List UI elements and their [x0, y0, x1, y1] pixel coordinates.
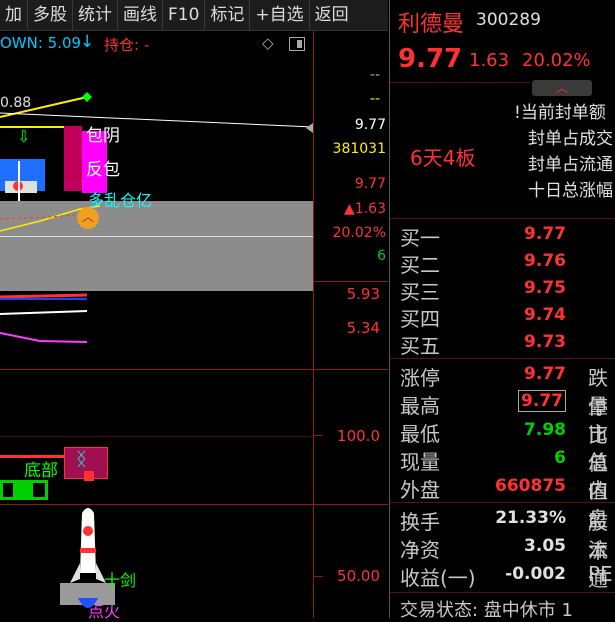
bottom-box — [0, 480, 48, 500]
quote-panel: 利德曼 300289 9.77 1.63 20.02% ︿ 6天4板 !当前封单… — [389, 0, 615, 621]
orderbook-row[interactable]: 买一 9.77 — [390, 221, 615, 250]
axis-tick — [313, 576, 323, 577]
toolbar-item-draw-line[interactable]: 画线 — [118, 0, 163, 30]
signal-baoyin: 包阴 — [86, 126, 120, 146]
stock-code: 300289 — [476, 10, 541, 30]
stock-name: 利德曼 — [398, 12, 465, 37]
orderbook-value: 9.77 — [524, 224, 566, 244]
signal-fanbao: 反包 — [86, 160, 120, 180]
toolbar-item-mark[interactable]: 标记 — [205, 0, 251, 30]
info-seal-float: 封单占流通 — [528, 155, 613, 175]
current-price: 9.77 — [398, 44, 463, 74]
finance-label: 净资 — [400, 538, 440, 562]
axis-100: 100.0 — [337, 427, 380, 445]
butterfly-icon: ᛝ — [76, 449, 87, 470]
finance-row: 收益(一) -0.002 PE — [390, 561, 615, 590]
info-seal-amount: !当前封单额 — [514, 103, 606, 123]
stat-value: 6 — [554, 448, 566, 468]
finance-label-right: PE — [588, 562, 613, 586]
stat-value: 9.77 — [518, 390, 566, 412]
stat-value: 9.77 — [524, 364, 566, 384]
axis-change: ▲1.63 — [344, 201, 386, 217]
kline-chart[interactable]: OWN: 5.09 ↓ 持仓: - ◇ 0.88 ⇩ 包阴 反包 多乱仓亿 ︿ … — [0, 31, 388, 621]
toolbar-item-add[interactable]: 加 — [0, 0, 28, 30]
orderbook-row[interactable]: 买三 9.75 — [390, 275, 615, 304]
finance-row: 净资 3.05 流通 — [390, 533, 615, 591]
finance-value: -0.002 — [505, 564, 566, 584]
signal-dianhuo: 点火 — [88, 602, 121, 621]
up-arrow-icon — [84, 471, 94, 481]
axis-volume: 381031 — [332, 141, 386, 157]
price-change: 1.63 — [469, 50, 510, 71]
candle-wick — [18, 161, 20, 201]
toolbar-item-add-watchlist[interactable]: +自选 — [250, 0, 310, 30]
axis-593: 5.93 — [346, 285, 380, 303]
toolbar-item-f10[interactable]: F10 — [163, 0, 206, 30]
ma-value: 0.88 — [0, 95, 32, 111]
axis-six: 6 — [377, 248, 386, 264]
stat-row: 最低 7.98 市值 — [390, 417, 615, 475]
stat-row: 涨停 9.77 跌停 — [390, 361, 615, 419]
orderbook-row[interactable]: 买二 9.76 — [390, 248, 615, 277]
orderbook-label: 买一 — [400, 226, 440, 250]
orderbook-row[interactable]: 买四 9.74 — [390, 302, 615, 331]
orderbook-label: 买四 — [400, 307, 440, 331]
orderbook-label: 买二 — [400, 253, 440, 277]
stat-label: 最高 — [400, 394, 440, 418]
stat-value: 7.98 — [524, 420, 566, 440]
finance-label: 收益(一) — [400, 566, 476, 590]
toolbar-item-statistics[interactable]: 统计 — [73, 0, 118, 30]
candle-magenta — [64, 126, 82, 191]
toolbar-item-back[interactable]: 返回 — [310, 0, 354, 30]
stat-label: 现量 — [400, 450, 440, 474]
stat-label: 最低 — [400, 422, 440, 446]
orderbook-value: 9.76 — [524, 251, 566, 271]
chart-overlay — [0, 92, 313, 343]
axis-tick — [313, 435, 323, 436]
orderbook-value: 9.74 — [524, 305, 566, 325]
orderbook-value: 9.73 — [524, 332, 566, 352]
buy-arrow-icon: ⇩ — [17, 127, 31, 146]
axis-divider — [313, 31, 314, 618]
orderbook-row[interactable]: 买五 9.73 — [390, 329, 615, 358]
orderbook-label: 买五 — [400, 334, 440, 358]
stat-label: 外盘 — [400, 478, 440, 502]
orderbook-label: 买三 — [400, 280, 440, 304]
orderbook-value: 9.75 — [524, 278, 566, 298]
rocket-badge-icon: ︿ — [77, 207, 99, 229]
info-ten-day-gain: 十日总涨幅 — [528, 181, 613, 201]
board-count: 6天4板 — [410, 146, 476, 170]
finance-label: 换手 — [400, 510, 440, 534]
finance-row: 换手 21.33% 股本 — [390, 505, 615, 563]
price-marker-icon — [306, 123, 313, 133]
axis-pct: 20.02% — [332, 225, 386, 241]
finance-value: 21.33% — [495, 508, 566, 528]
axis-price-2: 9.77 — [354, 176, 386, 192]
toolbar: 加 多股 统计 画线 F10 标记 +自选 返回 — [0, 0, 388, 31]
stat-value: 660875 — [495, 476, 566, 496]
expand-chevron-icon[interactable]: ︿ — [532, 80, 592, 96]
axis-dash: -- — [369, 67, 380, 83]
axis-534: 5.34 — [346, 319, 380, 337]
signal-duoshu: 多乱仓亿 — [88, 191, 153, 210]
signal-jian: 十剑 — [104, 571, 137, 590]
stat-row: 现量 6 总值 — [390, 445, 615, 503]
trading-status: 交易状态: 盘中休市 1 — [400, 600, 573, 621]
info-seal-turnover: 封单占成交 — [528, 129, 613, 149]
axis-dash: -- — [369, 91, 380, 107]
finance-value: 3.05 — [524, 536, 566, 556]
stat-row: 最高 9.77 量比 — [390, 389, 615, 447]
toolbar-item-multi-stock[interactable]: 多股 — [28, 0, 73, 30]
signal-dibu: 底部 — [24, 461, 58, 481]
stat-row: 外盘 660875 内盘 — [390, 473, 615, 531]
price-change-pct: 20.02% — [522, 50, 591, 71]
stat-label: 涨停 — [400, 366, 440, 390]
axis-price: 9.77 — [354, 117, 386, 133]
axis-50: 50.00 — [337, 567, 380, 585]
